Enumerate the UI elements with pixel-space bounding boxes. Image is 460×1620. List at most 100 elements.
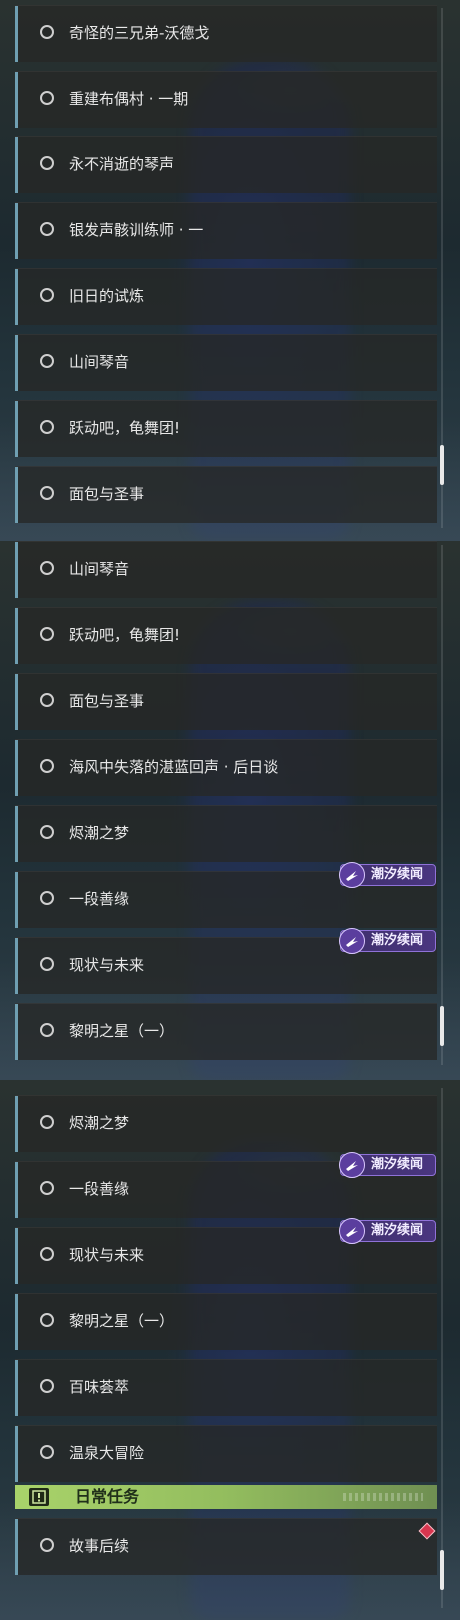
quest-label: 面包与圣事: [69, 692, 145, 710]
row-accent-bar: [15, 6, 18, 62]
quest-radio-icon[interactable]: [40, 1445, 54, 1459]
row-accent-bar: [15, 269, 18, 325]
quest-label: 山间琴音: [69, 560, 130, 578]
quest-item[interactable]: 山间琴音: [15, 541, 437, 598]
quest-item[interactable]: 面包与圣事: [15, 466, 437, 523]
row-accent-bar: [15, 72, 18, 128]
quest-item[interactable]: 永不消逝的琴声: [15, 136, 437, 193]
quest-item[interactable]: 面包与圣事: [15, 673, 437, 730]
quest-label: 烬潮之梦: [69, 824, 130, 842]
quest-item[interactable]: 跃动吧，龟舞团!: [15, 400, 437, 457]
row-accent-bar: [15, 137, 18, 193]
quest-radio-icon[interactable]: [40, 1023, 54, 1037]
quest-item[interactable]: 山间琴音: [15, 334, 437, 391]
tidal-story-icon: [339, 862, 365, 888]
tidal-story-icon: [339, 928, 365, 954]
scrollbar-track[interactable]: [441, 1088, 443, 1608]
quest-radio-icon[interactable]: [40, 1181, 54, 1195]
quest-radio-icon[interactable]: [40, 1379, 54, 1393]
tidal-story-badge: 潮汐续闻: [339, 1218, 436, 1244]
quest-item[interactable]: 海风中失落的湛蓝回声 · 后日谈: [15, 739, 437, 796]
quest-radio-icon[interactable]: [40, 1115, 54, 1129]
quest-radio-icon[interactable]: [40, 1313, 54, 1327]
row-accent-bar: [15, 938, 18, 994]
quest-label: 银发声骸训练师 · 一: [69, 221, 204, 239]
row-accent-bar: [15, 467, 18, 523]
row-accent-bar: [15, 401, 18, 457]
row-accent-bar: [15, 740, 18, 796]
quest-item[interactable]: 银发声骸训练师 · 一: [15, 202, 437, 259]
quest-label: 奇怪的三兄弟-沃德戈: [69, 24, 210, 42]
quest-radio-icon[interactable]: [40, 759, 54, 773]
quest-label: 一段善缘: [69, 1180, 130, 1198]
row-accent-bar: [15, 1228, 18, 1284]
quest-item[interactable]: 奇怪的三兄弟-沃德戈: [15, 5, 437, 62]
row-accent-bar: [15, 608, 18, 664]
quest-label: 山间琴音: [69, 353, 130, 371]
quest-radio-icon[interactable]: [40, 420, 54, 434]
quest-item[interactable]: 百味荟萃: [15, 1359, 437, 1416]
quest-radio-icon[interactable]: [40, 957, 54, 971]
badge-label: 潮汐续闻: [371, 1157, 424, 1172]
daily-tasks-title: 日常任务: [75, 1487, 140, 1506]
quest-item[interactable]: 重建布偶村 · 一期: [15, 71, 437, 128]
quest-radio-icon[interactable]: [40, 1247, 54, 1261]
quest-label: 黎明之星（一）: [69, 1022, 175, 1040]
quest-radio-icon[interactable]: [40, 486, 54, 500]
row-accent-bar: [15, 542, 18, 598]
row-accent-bar: [15, 1162, 18, 1218]
tidal-story-icon: [339, 1218, 365, 1244]
scrollbar-thumb[interactable]: [440, 1006, 444, 1046]
row-accent-bar: [15, 335, 18, 391]
quest-radio-icon[interactable]: [40, 891, 54, 905]
quest-item[interactable]: 黎明之星（一）: [15, 1003, 437, 1060]
row-accent-bar: [15, 1294, 18, 1350]
quest-label: 面包与圣事: [69, 485, 145, 503]
daily-tasks-header[interactable]: 日常任务: [15, 1485, 437, 1509]
row-accent-bar: [15, 1519, 18, 1575]
quest-radio-icon[interactable]: [40, 156, 54, 170]
row-accent-bar: [15, 203, 18, 259]
scrollbar-thumb[interactable]: [440, 445, 444, 485]
quest-label: 百味荟萃: [69, 1378, 130, 1396]
quest-radio-icon[interactable]: [40, 91, 54, 105]
row-accent-bar: [15, 872, 18, 928]
row-accent-bar: [15, 1426, 18, 1482]
quest-radio-icon[interactable]: [40, 25, 54, 39]
quest-label: 海风中失落的湛蓝回声 · 后日谈: [69, 758, 279, 776]
tidal-story-badge: 潮汐续闻: [339, 862, 436, 888]
scrollbar-thumb[interactable]: [440, 1550, 444, 1590]
quest-radio-icon[interactable]: [40, 561, 54, 575]
quest-radio-icon[interactable]: [40, 1538, 54, 1552]
quest-item[interactable]: 烬潮之梦: [15, 1095, 437, 1152]
quest-item[interactable]: 温泉大冒险: [15, 1425, 437, 1482]
quest-radio-icon[interactable]: [40, 627, 54, 641]
tidal-story-badge: 潮汐续闻: [339, 928, 436, 954]
quest-item[interactable]: 黎明之星（一）: [15, 1293, 437, 1350]
quest-radio-icon[interactable]: [40, 825, 54, 839]
quest-radio-icon[interactable]: [40, 288, 54, 302]
exclamation-icon: [29, 1488, 49, 1506]
quest-label: 黎明之星（一）: [69, 1312, 175, 1330]
quest-radio-icon[interactable]: [40, 354, 54, 368]
quest-item[interactable]: 故事后续: [15, 1518, 437, 1575]
quest-list-panel-2: 山间琴音 跃动吧，龟舞团! 面包与圣事 海风中失落的湛蓝回声 · 后日谈 烬潮之…: [0, 541, 460, 1080]
quest-radio-icon[interactable]: [40, 222, 54, 236]
header-decoration: [343, 1493, 423, 1501]
row-accent-bar: [15, 1004, 18, 1060]
quest-label: 跃动吧，龟舞团!: [69, 626, 181, 644]
quest-label: 故事后续: [69, 1537, 130, 1555]
quest-list-panel-3: 烬潮之梦 一段善缘 现状与未来 黎明之星（一） 百味荟萃 温泉大冒险 故事后续 …: [0, 1080, 460, 1620]
quest-radio-icon[interactable]: [40, 693, 54, 707]
quest-item[interactable]: 跃动吧，龟舞团!: [15, 607, 437, 664]
quest-label: 跃动吧，龟舞团!: [69, 419, 181, 437]
quest-list-panel-1: 奇怪的三兄弟-沃德戈 重建布偶村 · 一期 永不消逝的琴声 银发声骸训练师 · …: [0, 0, 460, 541]
quest-label: 烬潮之梦: [69, 1114, 130, 1132]
quest-label: 现状与未来: [69, 956, 145, 974]
quest-label: 永不消逝的琴声: [69, 155, 175, 173]
quest-item[interactable]: 旧日的试炼: [15, 268, 437, 325]
quest-item[interactable]: 烬潮之梦: [15, 805, 437, 862]
quest-label: 旧日的试炼: [69, 287, 145, 305]
scrollbar-track[interactable]: [441, 545, 443, 1065]
quest-label: 重建布偶村 · 一期: [69, 90, 189, 108]
